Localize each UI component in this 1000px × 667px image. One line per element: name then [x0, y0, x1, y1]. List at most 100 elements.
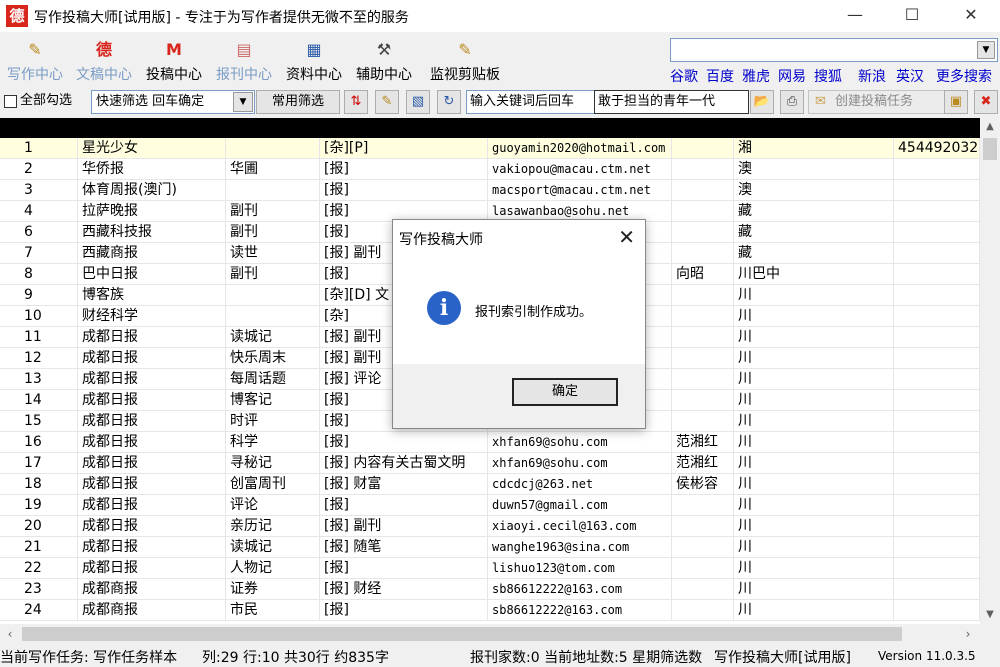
- cell-row-number: 9: [20, 285, 78, 306]
- scroll-down-icon[interactable]: ▼: [980, 606, 1000, 624]
- cell-region: 藏: [734, 222, 894, 243]
- link-yahoo[interactable]: 雅虎: [742, 66, 770, 86]
- cell-column-name: 亲历记: [226, 516, 320, 537]
- nav-writing-center[interactable]: ✎ 写作中心: [3, 40, 67, 84]
- horizontal-scrollbar[interactable]: ‹ ›: [0, 624, 980, 644]
- scroll-right-icon[interactable]: ›: [958, 624, 978, 644]
- cell-region: 川: [734, 390, 894, 411]
- title-bar: 德 写作投稿大师[试用版] - 专注于为写作者提供无微不至的服务 — ☐ ✕: [0, 0, 1000, 32]
- cell-region: 川: [734, 600, 894, 621]
- dialog-footer: 确定: [393, 364, 645, 428]
- link-google[interactable]: 谷歌: [670, 66, 698, 86]
- cell-email: cdcdcj@263.net: [488, 474, 672, 495]
- sort-icon[interactable]: ⇅: [344, 90, 368, 114]
- checkbox-box[interactable]: [4, 95, 17, 108]
- cell-column-name: 华圃: [226, 159, 320, 180]
- ok-button[interactable]: 确定: [512, 378, 618, 406]
- link-sohu[interactable]: 搜狐: [814, 66, 842, 86]
- table-row[interactable]: 3 体育周报(澳门) [报] macsport@macau.ctm.net 澳: [0, 180, 980, 201]
- cell-row-number: 4: [20, 201, 78, 222]
- vertical-scrollbar[interactable]: ▲ ▼: [980, 118, 1000, 624]
- table-row[interactable]: 22 成都日报 人物记 [报] lishuo123@tom.com 川: [0, 558, 980, 579]
- refresh-icon[interactable]: ↻: [437, 90, 461, 114]
- status-counts: 报刊家数:0 当前地址数:5 星期筛选数: [470, 650, 703, 666]
- keyword-input[interactable]: 输入关键词后回车: [466, 90, 597, 114]
- nav-clipboard-monitor[interactable]: ✎ 监视剪贴板: [428, 40, 502, 84]
- cell-qq: [894, 537, 980, 558]
- cell-type-note: [报] 副刊: [320, 516, 488, 537]
- cell-newspaper-name: 成都日报: [78, 327, 226, 348]
- maximize-button[interactable]: ☐: [889, 0, 935, 32]
- open-folder-icon[interactable]: 📂: [750, 90, 774, 114]
- logo-icon: 德: [95, 40, 112, 59]
- cell-region: 川: [734, 516, 894, 537]
- table-row[interactable]: 20 成都日报 亲历记 [报] 副刊 xiaoyi.cecil@163.com 川: [0, 516, 980, 537]
- cell-qq: [894, 474, 980, 495]
- cell-email: macsport@macau.ctm.net: [488, 180, 672, 201]
- cell-email: lishuo123@tom.com: [488, 558, 672, 579]
- table-row[interactable]: 24 成都商报 市民 [报] sb86612222@163.com 川: [0, 600, 980, 621]
- cell-newspaper-name: 财经科学: [78, 306, 226, 327]
- link-netease[interactable]: 网易: [778, 66, 806, 86]
- scroll-left-icon[interactable]: ‹: [0, 624, 20, 644]
- cell-editor: [672, 411, 734, 432]
- scroll-thumb[interactable]: [22, 627, 902, 641]
- cell-row-number: 12: [20, 348, 78, 369]
- create-task-button[interactable]: ✉ 创建投稿任务: [808, 90, 950, 114]
- nav-newspaper-center[interactable]: ▤ 报刊中心: [212, 40, 276, 84]
- cell-type-note: [报] 财经: [320, 579, 488, 600]
- cell-newspaper-name: 成都日报: [78, 453, 226, 474]
- table-row[interactable]: 16 成都日报 科学 [报] xhfan69@sohu.com 范湘红川: [0, 432, 980, 453]
- cell-newspaper-name: 华侨报: [78, 159, 226, 180]
- printer-icon[interactable]: ⎙: [780, 90, 804, 114]
- nav-assist-center[interactable]: ⚒ 辅助中心: [352, 40, 416, 84]
- quick-filter-select[interactable]: 快速筛选 回车确定 ▼: [91, 90, 255, 114]
- select-all-checkbox[interactable]: 全部勾选: [0, 90, 88, 112]
- chevron-down-icon[interactable]: ▼: [977, 41, 995, 59]
- table-row[interactable]: 23 成都商报 证券 [报] 财经 sb86612222@163.com 川: [0, 579, 980, 600]
- common-filter-button[interactable]: 常用筛选: [256, 90, 340, 114]
- table-row[interactable]: 1 星光少女 [杂][P] guoyamin2020@hotmail.com 湘 4544…: [0, 138, 980, 159]
- cell-newspaper-name: 成都日报: [78, 495, 226, 516]
- edit-pencil-icon[interactable]: ✎: [375, 90, 399, 114]
- minimize-button[interactable]: —: [832, 0, 878, 32]
- link-more-search[interactable]: 更多搜索: [936, 66, 992, 86]
- table-row[interactable]: 17 成都日报 寻秘记 [报] 内容有关古蜀文明 xhfan69@sohu.com 范湘红…: [0, 453, 980, 474]
- link-sina[interactable]: 新浪: [858, 66, 886, 86]
- cell-region: 川: [734, 285, 894, 306]
- book-icon[interactable]: ▣: [944, 90, 968, 114]
- cell-editor: [672, 306, 734, 327]
- link-dictionary[interactable]: 英汉: [896, 66, 924, 86]
- table-row[interactable]: 21 成都日报 读城记 [报] 随笔 wanghe1963@sina.com 川: [0, 537, 980, 558]
- title-text-field[interactable]: 敢于担当的青年一代: [594, 90, 749, 114]
- table-row[interactable]: 18 成都日报 创富周刊 [报] 财富 cdcdcj@263.net 侯彬容川: [0, 474, 980, 495]
- close-icon[interactable]: ✖: [974, 90, 998, 114]
- search-engine-combo[interactable]: ▼: [670, 38, 998, 62]
- scroll-up-icon[interactable]: ▲: [980, 118, 1000, 136]
- table-row[interactable]: 2 华侨报 华圃 [报] vakiopou@macau.ctm.net 澳: [0, 159, 980, 180]
- nav-manuscript-center[interactable]: 德 文稿中心: [72, 40, 136, 84]
- cell-qq: [894, 600, 980, 621]
- cell-newspaper-name: 成都日报: [78, 558, 226, 579]
- cell-qq: [894, 453, 980, 474]
- edit-document-icon[interactable]: ▧: [406, 90, 430, 114]
- cell-qq: [894, 390, 980, 411]
- create-task-icon: ✉: [815, 94, 826, 109]
- scroll-thumb[interactable]: [983, 138, 997, 160]
- nav-submission-center[interactable]: M 投稿中心: [142, 40, 206, 84]
- close-button[interactable]: ✕: [948, 0, 994, 32]
- cell-editor: [672, 390, 734, 411]
- cell-region: 川: [734, 306, 894, 327]
- table-row[interactable]: 19 成都日报 评论 [报] duwn57@gmail.com 川: [0, 495, 980, 516]
- cell-qq: [894, 432, 980, 453]
- cell-type-note: [报]: [320, 180, 488, 201]
- cell-region: 川: [734, 327, 894, 348]
- chevron-down-icon[interactable]: ▼: [233, 92, 253, 112]
- close-icon[interactable]: ✕: [618, 225, 635, 249]
- cell-qq: 454492032: [894, 138, 980, 159]
- cell-qq: [894, 285, 980, 306]
- cell-newspaper-name: 成都商报: [78, 579, 226, 600]
- nav-resource-center[interactable]: ▦ 资料中心: [282, 40, 346, 84]
- cell-editor: [672, 180, 734, 201]
- link-baidu[interactable]: 百度: [706, 66, 734, 86]
